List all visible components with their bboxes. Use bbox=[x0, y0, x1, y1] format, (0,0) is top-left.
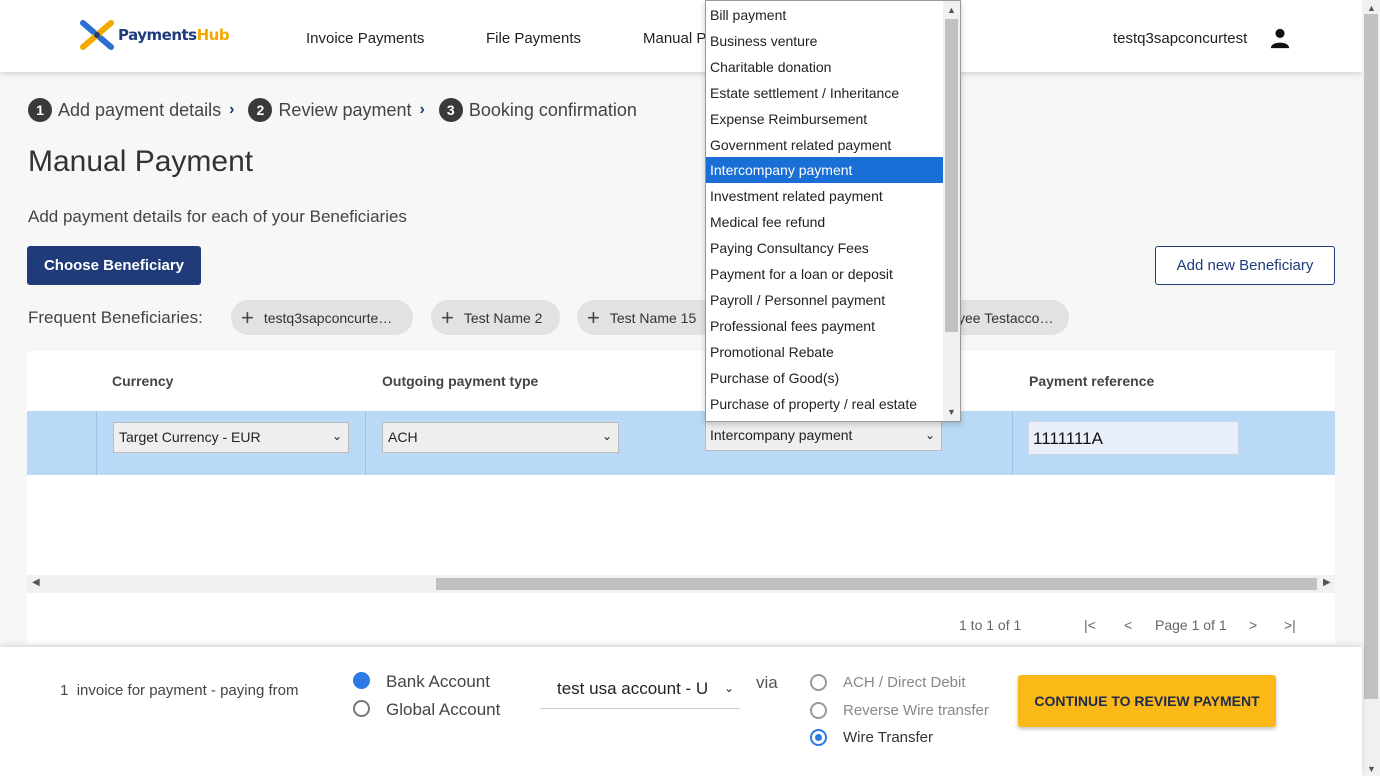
invoice-count-text: 1 invoice for payment - paying from bbox=[60, 682, 299, 699]
dropdown-option[interactable]: Purchase of Good(s) bbox=[706, 365, 943, 391]
beneficiary-payment-table: Currency Outgoing payment type Payment r… bbox=[27, 351, 1335, 644]
dropdown-option[interactable]: Business venture bbox=[706, 28, 943, 54]
page-title: Manual Payment bbox=[28, 145, 254, 178]
via-label: via bbox=[756, 673, 778, 692]
progress-steps: 1 Add payment details › 2 Review payment… bbox=[28, 98, 637, 122]
frequent-beneficiaries-label: Frequent Beneficiaries: bbox=[28, 308, 203, 327]
dropdown-option[interactable]: Promotional Rebate bbox=[706, 339, 943, 365]
dropdown-option[interactable]: Professional fees payment bbox=[706, 313, 943, 339]
ach-direct-debit-radio[interactable] bbox=[810, 674, 827, 691]
scroll-up-icon[interactable]: ▲ bbox=[947, 5, 956, 15]
bank-account-radio[interactable] bbox=[353, 672, 370, 689]
payment-purpose-dropdown-list[interactable]: Bill payment Business venture Charitable… bbox=[705, 0, 961, 422]
scroll-left-icon[interactable]: ◀ bbox=[32, 577, 40, 588]
dropdown-option[interactable]: Medical fee refund bbox=[706, 209, 943, 235]
plus-icon: + bbox=[441, 304, 454, 330]
choose-beneficiary-button[interactable]: Choose Beneficiary bbox=[27, 246, 201, 285]
bank-account-label[interactable]: Bank Account bbox=[386, 672, 490, 692]
dropdown-option[interactable]: Investment related payment bbox=[706, 183, 943, 209]
plus-icon: + bbox=[587, 304, 600, 330]
global-account-radio[interactable] bbox=[353, 700, 370, 717]
reverse-wire-radio[interactable] bbox=[810, 702, 827, 719]
next-page-icon[interactable]: > bbox=[1249, 617, 1257, 633]
dropdown-option[interactable]: Payroll / Personnel payment bbox=[706, 287, 943, 313]
page-vertical-scrollbar[interactable]: ▲ ▼ bbox=[1362, 0, 1380, 776]
reverse-wire-label[interactable]: Reverse Wire transfer bbox=[843, 702, 989, 719]
payment-reference-input[interactable]: 1111111A bbox=[1028, 421, 1239, 455]
dropdown-option[interactable]: Estate settlement / Inheritance bbox=[706, 80, 943, 106]
page-subtitle: Add payment details for each of your Ben… bbox=[28, 207, 407, 226]
nav-manual-payments[interactable]: Manual P bbox=[643, 30, 706, 47]
last-page-icon[interactable]: >| bbox=[1284, 617, 1296, 633]
beneficiary-chip[interactable]: + Test Name 2 bbox=[431, 300, 560, 335]
scrollbar-thumb[interactable] bbox=[436, 578, 1317, 590]
dropdown-option-selected[interactable]: Intercompany payment bbox=[706, 157, 943, 183]
column-header-payment-reference[interactable]: Payment reference bbox=[1029, 373, 1154, 389]
payment-purpose-select[interactable]: Intercompany payment ⌄ bbox=[705, 421, 942, 451]
horizontal-scrollbar[interactable]: ◀ ▶ bbox=[27, 575, 1335, 593]
cell-divider bbox=[96, 411, 97, 475]
scroll-right-icon[interactable]: ▶ bbox=[1323, 577, 1331, 588]
dropdown-option[interactable]: Purchase of property / real estate bbox=[706, 391, 943, 417]
user-account-icon[interactable] bbox=[1269, 27, 1291, 49]
username[interactable]: testq3sapconcurtest bbox=[1113, 30, 1247, 47]
nav-file-payments[interactable]: File Payments bbox=[486, 30, 581, 47]
pagination-range: 1 to 1 of 1 bbox=[959, 617, 1022, 633]
first-page-icon[interactable]: |< bbox=[1084, 617, 1096, 633]
step-3-number: 3 bbox=[438, 98, 463, 122]
cell-divider bbox=[1012, 411, 1013, 475]
dropdown-option[interactable]: Charitable donation bbox=[706, 54, 943, 80]
logo-text: PaymentsHub bbox=[118, 26, 230, 44]
plus-icon: + bbox=[241, 304, 254, 330]
cell-divider bbox=[365, 411, 366, 475]
dropdown-option[interactable]: Paying Consultancy Fees bbox=[706, 235, 943, 261]
currency-select[interactable]: Target Currency - EUR ⌄ bbox=[113, 422, 349, 453]
page-indicator: Page 1 of 1 bbox=[1155, 617, 1227, 633]
dropdown-option[interactable]: Bill payment bbox=[706, 2, 943, 28]
continue-to-review-button[interactable]: CONTINUE TO REVIEW PAYMENT bbox=[1018, 675, 1276, 727]
step-1-label: Add payment details bbox=[58, 99, 222, 120]
dropdown-option[interactable]: Payment for a loan or deposit bbox=[706, 261, 943, 287]
logo-mark-icon bbox=[80, 20, 114, 50]
dropdown-option[interactable]: Government related payment bbox=[706, 132, 943, 158]
add-new-beneficiary-button[interactable]: Add new Beneficiary bbox=[1155, 246, 1335, 285]
dropdown-option[interactable]: Expense Reimbursement bbox=[706, 106, 943, 132]
global-account-label[interactable]: Global Account bbox=[386, 700, 500, 720]
chevron-down-icon: ⌄ bbox=[601, 429, 612, 443]
table-row[interactable]: Target Currency - EUR ⌄ ACH ⌄ Intercompany… bbox=[27, 411, 1335, 475]
chevron-down-icon: ⌄ bbox=[924, 428, 935, 442]
step-2-number: 2 bbox=[248, 98, 273, 122]
wire-transfer-radio[interactable] bbox=[810, 729, 827, 746]
nav-invoice-payments[interactable]: Invoice Payments bbox=[306, 30, 424, 47]
step-2-label: Review payment bbox=[278, 99, 412, 120]
account-select[interactable]: test usa account - U ⌄ bbox=[540, 673, 740, 709]
scroll-up-icon[interactable]: ▲ bbox=[1367, 3, 1376, 13]
ach-direct-debit-label[interactable]: ACH / Direct Debit bbox=[843, 674, 966, 691]
top-bar: PaymentsHub Invoice Payments File Paymen… bbox=[0, 0, 1362, 72]
scroll-down-icon[interactable]: ▼ bbox=[1367, 764, 1376, 774]
app-logo[interactable]: PaymentsHub bbox=[80, 18, 230, 52]
scrollbar-thumb[interactable] bbox=[1364, 14, 1378, 699]
chevron-right-icon: › bbox=[419, 101, 425, 118]
wire-transfer-label[interactable]: Wire Transfer bbox=[843, 729, 933, 746]
step-1-number: 1 bbox=[28, 98, 52, 122]
chevron-down-icon: ⌄ bbox=[331, 429, 342, 443]
payment-type-select[interactable]: ACH ⌄ bbox=[382, 422, 619, 453]
chevron-right-icon: › bbox=[229, 101, 235, 118]
beneficiary-chip[interactable]: + Test Name 15 bbox=[577, 300, 717, 335]
previous-page-icon[interactable]: < bbox=[1124, 617, 1132, 633]
step-3-label: Booking confirmation bbox=[468, 99, 637, 120]
scroll-down-icon[interactable]: ▼ bbox=[947, 407, 956, 417]
dropdown-scrollbar[interactable]: ▲ ▼ bbox=[943, 1, 960, 421]
column-header-currency[interactable]: Currency bbox=[112, 373, 173, 389]
scrollbar-thumb[interactable] bbox=[945, 19, 958, 332]
payment-footer-bar: 1 invoice for payment - paying from Bank… bbox=[0, 647, 1362, 776]
beneficiary-chip[interactable]: + testq3sapconcurte… bbox=[231, 300, 413, 335]
chevron-down-icon: ⌄ bbox=[719, 681, 734, 695]
column-header-payment-type[interactable]: Outgoing payment type bbox=[382, 373, 538, 389]
